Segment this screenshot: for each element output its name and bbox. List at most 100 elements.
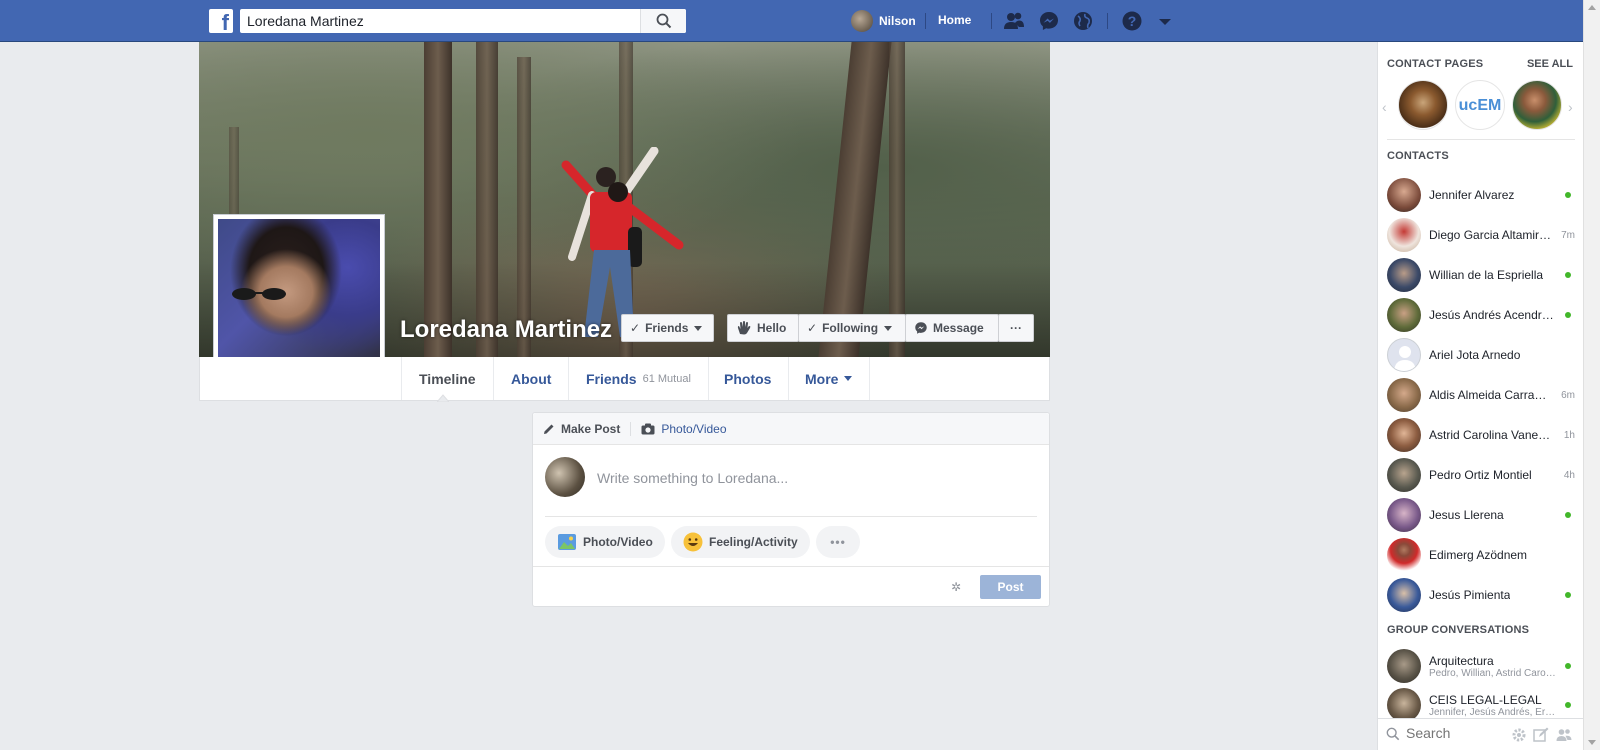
online-status-icon: [1565, 192, 1571, 198]
group-members: Pedro, Willian, Astrid Caro…: [1429, 667, 1556, 679]
avatar: [545, 457, 585, 497]
contact-name: Jesus Llerena: [1429, 508, 1504, 522]
home-link[interactable]: Home: [938, 13, 971, 27]
chevron-right-icon[interactable]: ›: [1568, 99, 1573, 115]
photo-video-tab[interactable]: Photo/Video: [630, 421, 736, 436]
photo-icon: [558, 534, 576, 550]
contact-page-ucem[interactable]: ucEM: [1455, 80, 1505, 130]
online-status-icon: [1565, 512, 1571, 518]
more-options-label: ···: [1010, 321, 1022, 335]
contact-name: Jesús Pimienta: [1429, 588, 1511, 602]
avatar: [1387, 649, 1421, 683]
help-icon[interactable]: ?: [1121, 10, 1143, 32]
last-active-time: 1h: [1563, 429, 1575, 441]
contact-name: Edimerg Azödnem: [1429, 548, 1528, 562]
friends-button-label: Friends: [645, 321, 689, 335]
gear-icon[interactable]: ✲: [951, 580, 963, 594]
following-button[interactable]: ✓ Following: [798, 314, 906, 342]
contact-item[interactable]: Astrid Carolina Vane… 1h: [1387, 417, 1575, 453]
messenger-icon[interactable]: [1038, 10, 1060, 32]
top-navigation-bar: f Nilson Home ?: [0, 0, 1583, 42]
more-composer-options-label: •••: [830, 535, 846, 549]
messenger-icon: [915, 322, 927, 334]
chevron-down-icon: [884, 325, 893, 331]
chevron-left-icon[interactable]: ‹: [1382, 99, 1387, 115]
contact-item[interactable]: Diego Garcia Altamir… 7m: [1387, 217, 1575, 253]
composer-actions: Photo/Video Feeling/Activity •••: [533, 517, 1049, 565]
tab-label: Friends: [586, 370, 637, 387]
feeling-activity-button[interactable]: Feeling/Activity: [671, 526, 810, 558]
more-options-button[interactable]: ···: [998, 314, 1034, 342]
tab-friends[interactable]: Friends 61 Mutual: [569, 357, 709, 400]
chevron-down-icon: [694, 325, 703, 331]
contact-item[interactable]: Jennifer Alvarez: [1387, 177, 1575, 213]
contact-name: Aldis Almeida Carra…: [1429, 388, 1547, 402]
user-name: Nilson: [879, 14, 916, 28]
contact-name: Astrid Carolina Vane…: [1429, 428, 1551, 442]
new-message-compose-icon[interactable]: [1533, 727, 1549, 743]
search-button[interactable]: [640, 9, 686, 33]
composer-placeholder[interactable]: Write something to Loredana...: [597, 470, 788, 486]
search-input[interactable]: [240, 9, 620, 33]
chat-search-input[interactable]: [1406, 725, 1506, 741]
avatar: [1387, 218, 1421, 252]
tab-about[interactable]: About: [494, 357, 570, 400]
contact-item[interactable]: Jesus Llerena: [1387, 497, 1575, 533]
pencil-icon: [544, 424, 554, 434]
globe-notifications-icon[interactable]: [1072, 10, 1094, 32]
gear-icon[interactable]: [1511, 727, 1527, 743]
chat-search-bar: [1378, 718, 1584, 750]
contact-name: Willian de la Espriella: [1429, 268, 1544, 282]
cover-tree: [517, 57, 531, 357]
new-group-icon[interactable]: [1556, 727, 1572, 743]
mutual-friends-count: 61 Mutual: [642, 372, 691, 385]
photo-video-button[interactable]: Photo/Video: [545, 526, 665, 558]
tab-more[interactable]: More: [788, 357, 871, 400]
scroll-up-arrow-icon[interactable]: [1588, 5, 1596, 10]
scroll-down-arrow-icon[interactable]: [1588, 740, 1596, 745]
svg-text:ucEM: ucEM: [1459, 97, 1502, 114]
checkmark-icon: ✓: [807, 321, 818, 335]
contact-item[interactable]: Jesús Pimienta: [1387, 577, 1575, 613]
cover-tree: [889, 42, 905, 357]
contacts-heading: CONTACTS: [1387, 150, 1449, 162]
message-button[interactable]: Message: [905, 314, 999, 342]
divider: [1387, 139, 1575, 140]
contact-page-logo[interactable]: [1398, 80, 1448, 130]
tab-photos[interactable]: Photos: [707, 357, 790, 400]
group-members: Jennifer, Jesús Andrés, Er…: [1429, 706, 1556, 718]
avatar: [1387, 538, 1421, 572]
friends-button[interactable]: ✓ Friends: [621, 314, 714, 342]
group-conversation-item[interactable]: Arquitectura Pedro, Willian, Astrid Caro…: [1387, 648, 1575, 684]
profile-link[interactable]: Nilson: [851, 10, 916, 32]
contact-page-photo[interactable]: [1512, 80, 1562, 130]
tab-label: More: [805, 370, 839, 387]
contact-item[interactable]: Willian de la Espriella: [1387, 257, 1575, 293]
page-scrollbar[interactable]: [1583, 0, 1600, 750]
post-button[interactable]: Post: [980, 575, 1041, 599]
account-menu-chevron-down-icon[interactable]: [1154, 10, 1176, 32]
contact-item[interactable]: Pedro Ortiz Montiel 4h: [1387, 457, 1575, 493]
facebook-logo-icon[interactable]: f: [209, 9, 233, 33]
search-icon: [1386, 727, 1400, 741]
make-post-tab[interactable]: Make Post: [543, 422, 630, 436]
contact-item[interactable]: Ariel Jota Arnedo: [1387, 337, 1575, 373]
avatar: [1387, 378, 1421, 412]
profile-name[interactable]: Loredana Martinez: [400, 316, 612, 344]
contact-item[interactable]: Aldis Almeida Carra… 6m: [1387, 377, 1575, 413]
post-composer: Make Post Photo/Video Write something to…: [532, 412, 1050, 607]
friend-requests-icon[interactable]: [1003, 10, 1025, 32]
contact-item[interactable]: Edimerg Azödnem: [1387, 537, 1575, 573]
composer-body[interactable]: Write something to Loredana...: [545, 445, 1037, 517]
online-status-icon: [1565, 592, 1571, 598]
avatar: [1387, 258, 1421, 292]
group-text: Arquitectura Pedro, Willian, Astrid Caro…: [1429, 654, 1556, 679]
more-composer-options-button[interactable]: •••: [816, 526, 860, 558]
see-all-link[interactable]: SEE ALL: [1527, 58, 1573, 70]
wave-hand-icon: [737, 321, 751, 335]
avatar: [1387, 688, 1421, 722]
avatar: [851, 10, 873, 32]
last-active-time: 4h: [1563, 469, 1575, 481]
hello-button[interactable]: Hello: [727, 314, 799, 342]
contact-item[interactable]: Jesús Andrés Acendr…: [1387, 297, 1575, 333]
